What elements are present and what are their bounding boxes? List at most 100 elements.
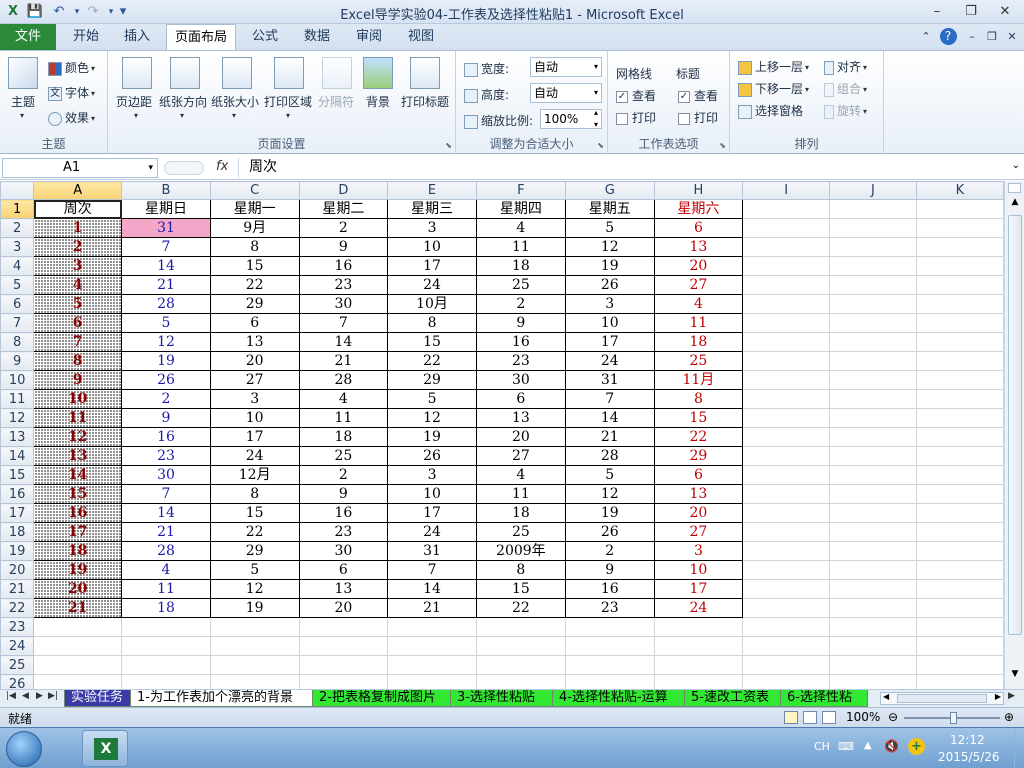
row-header[interactable]: 12 bbox=[0, 408, 35, 428]
cell[interactable] bbox=[209, 655, 300, 675]
restore-button[interactable]: ❐ bbox=[958, 2, 984, 22]
page-layout-view-icon[interactable] bbox=[803, 711, 817, 724]
cell[interactable]: 28 bbox=[121, 294, 211, 314]
table-header-cell[interactable]: 星期四 bbox=[475, 199, 566, 219]
cell[interactable]: 9 bbox=[475, 313, 566, 333]
cell[interactable]: 5 bbox=[564, 218, 655, 238]
cell[interactable] bbox=[829, 484, 917, 504]
send-backward-button[interactable]: 下移一层 ▾ bbox=[738, 80, 809, 97]
cell[interactable]: 17 bbox=[209, 427, 300, 447]
cell[interactable]: 15 bbox=[653, 408, 744, 428]
cell[interactable] bbox=[915, 541, 1004, 561]
print-titles-button[interactable]: 打印标题 bbox=[401, 93, 449, 110]
cell[interactable] bbox=[829, 237, 917, 257]
orientation-button[interactable]: 纸张方向 bbox=[159, 93, 207, 110]
tab-data[interactable]: 数据 bbox=[294, 24, 340, 50]
cell[interactable] bbox=[915, 503, 1004, 523]
start-button-icon[interactable] bbox=[6, 731, 42, 767]
row-header[interactable]: 18 bbox=[0, 522, 35, 542]
cell[interactable]: 4 bbox=[475, 218, 566, 238]
cell[interactable] bbox=[829, 199, 917, 219]
cell[interactable]: 11 bbox=[475, 237, 566, 257]
column-header[interactable]: G bbox=[564, 181, 655, 200]
row-header[interactable]: 23 bbox=[0, 617, 35, 637]
zoom-slider-thumb[interactable] bbox=[950, 712, 957, 724]
cell[interactable]: 23 bbox=[121, 446, 211, 466]
row-header[interactable]: 6 bbox=[0, 294, 35, 314]
cell[interactable] bbox=[829, 332, 917, 352]
horizontal-scrollbar[interactable]: ◀ ▶ bbox=[880, 692, 1004, 705]
cell[interactable]: 18 bbox=[475, 503, 566, 523]
tab-insert[interactable]: 插入 bbox=[114, 24, 160, 50]
cell[interactable] bbox=[829, 617, 917, 637]
cell[interactable]: 17 bbox=[33, 522, 123, 542]
sheet-options-launcher-icon[interactable]: ⬊ bbox=[719, 141, 726, 150]
cell[interactable]: 4 bbox=[298, 389, 389, 409]
colors-button[interactable]: 颜色 ▾ bbox=[48, 59, 95, 76]
cell[interactable]: 28 bbox=[298, 370, 389, 390]
cell[interactable]: 23 bbox=[298, 522, 389, 542]
cell[interactable] bbox=[387, 655, 477, 675]
cell[interactable]: 2 bbox=[564, 541, 655, 561]
cell[interactable]: 7 bbox=[121, 484, 211, 504]
cell[interactable]: 2 bbox=[475, 294, 566, 314]
cell[interactable] bbox=[121, 617, 211, 637]
cell[interactable]: 12 bbox=[387, 408, 477, 428]
cell[interactable] bbox=[653, 617, 744, 637]
tab-view[interactable]: 视图 bbox=[398, 24, 444, 50]
cell[interactable] bbox=[829, 370, 917, 390]
row-header[interactable]: 15 bbox=[0, 465, 35, 485]
cell[interactable]: 8 bbox=[33, 351, 123, 371]
cell[interactable] bbox=[742, 484, 831, 504]
cell[interactable]: 22 bbox=[653, 427, 744, 447]
row-header[interactable]: 13 bbox=[0, 427, 35, 447]
cell[interactable]: 20 bbox=[298, 598, 389, 618]
row-header[interactable]: 16 bbox=[0, 484, 35, 504]
row-header[interactable]: 14 bbox=[0, 446, 35, 466]
doc-restore-icon[interactable]: ❐ bbox=[984, 24, 1000, 50]
cell[interactable] bbox=[829, 313, 917, 333]
cell[interactable] bbox=[742, 313, 831, 333]
cell[interactable]: 8 bbox=[209, 237, 300, 257]
cell[interactable]: 21 bbox=[33, 598, 123, 618]
cell[interactable]: 31 bbox=[387, 541, 477, 561]
page-break-view-icon[interactable] bbox=[822, 711, 836, 724]
cell[interactable]: 15 bbox=[209, 503, 300, 523]
margins-button[interactable]: 页边距 bbox=[116, 93, 152, 110]
cell[interactable] bbox=[829, 598, 917, 618]
cell[interactable]: 10 bbox=[653, 560, 744, 580]
scale-launcher-icon[interactable]: ⬊ bbox=[597, 141, 604, 150]
cell[interactable] bbox=[742, 560, 831, 580]
column-header[interactable]: J bbox=[829, 181, 917, 200]
zoom-level[interactable]: 100% bbox=[846, 710, 880, 724]
help-icon[interactable]: ? bbox=[938, 24, 958, 50]
worksheet-grid[interactable]: A B C D E F G H I J K 1 周次 星期日 星期一 星期二 星期三 星期四 星期五 星期六 2 1 31 9… bbox=[0, 181, 1004, 689]
gridlines-print-checkbox[interactable]: 打印 bbox=[616, 109, 656, 126]
cell[interactable]: 29 bbox=[209, 541, 300, 561]
cell[interactable]: 2 bbox=[298, 465, 389, 485]
cell[interactable]: 14 bbox=[564, 408, 655, 428]
cell[interactable]: 6 bbox=[209, 313, 300, 333]
cell[interactable] bbox=[121, 674, 211, 689]
cell[interactable]: 21 bbox=[121, 522, 211, 542]
cell[interactable]: 26 bbox=[387, 446, 477, 466]
cell[interactable]: 7 bbox=[298, 313, 389, 333]
cell[interactable] bbox=[742, 427, 831, 447]
cell[interactable]: 25 bbox=[475, 275, 566, 295]
cell[interactable]: 18 bbox=[121, 598, 211, 618]
cell[interactable]: 20 bbox=[653, 503, 744, 523]
column-header[interactable]: I bbox=[742, 181, 831, 200]
cell[interactable] bbox=[915, 465, 1004, 485]
cell[interactable]: 10 bbox=[387, 237, 477, 257]
table-header-cell[interactable]: 星期日 bbox=[121, 199, 211, 219]
cell[interactable]: 16 bbox=[564, 579, 655, 599]
row-header[interactable]: 25 bbox=[0, 655, 35, 675]
cell[interactable]: 17 bbox=[387, 256, 477, 276]
table-header-cell[interactable]: 星期一 bbox=[209, 199, 300, 219]
cell[interactable] bbox=[475, 655, 566, 675]
cell[interactable] bbox=[915, 275, 1004, 295]
cell[interactable]: 20 bbox=[475, 427, 566, 447]
sheet-tab[interactable]: 6-选择性粘 bbox=[780, 690, 868, 707]
prev-sheet-icon[interactable]: ◀ bbox=[22, 691, 29, 701]
cell[interactable] bbox=[742, 351, 831, 371]
